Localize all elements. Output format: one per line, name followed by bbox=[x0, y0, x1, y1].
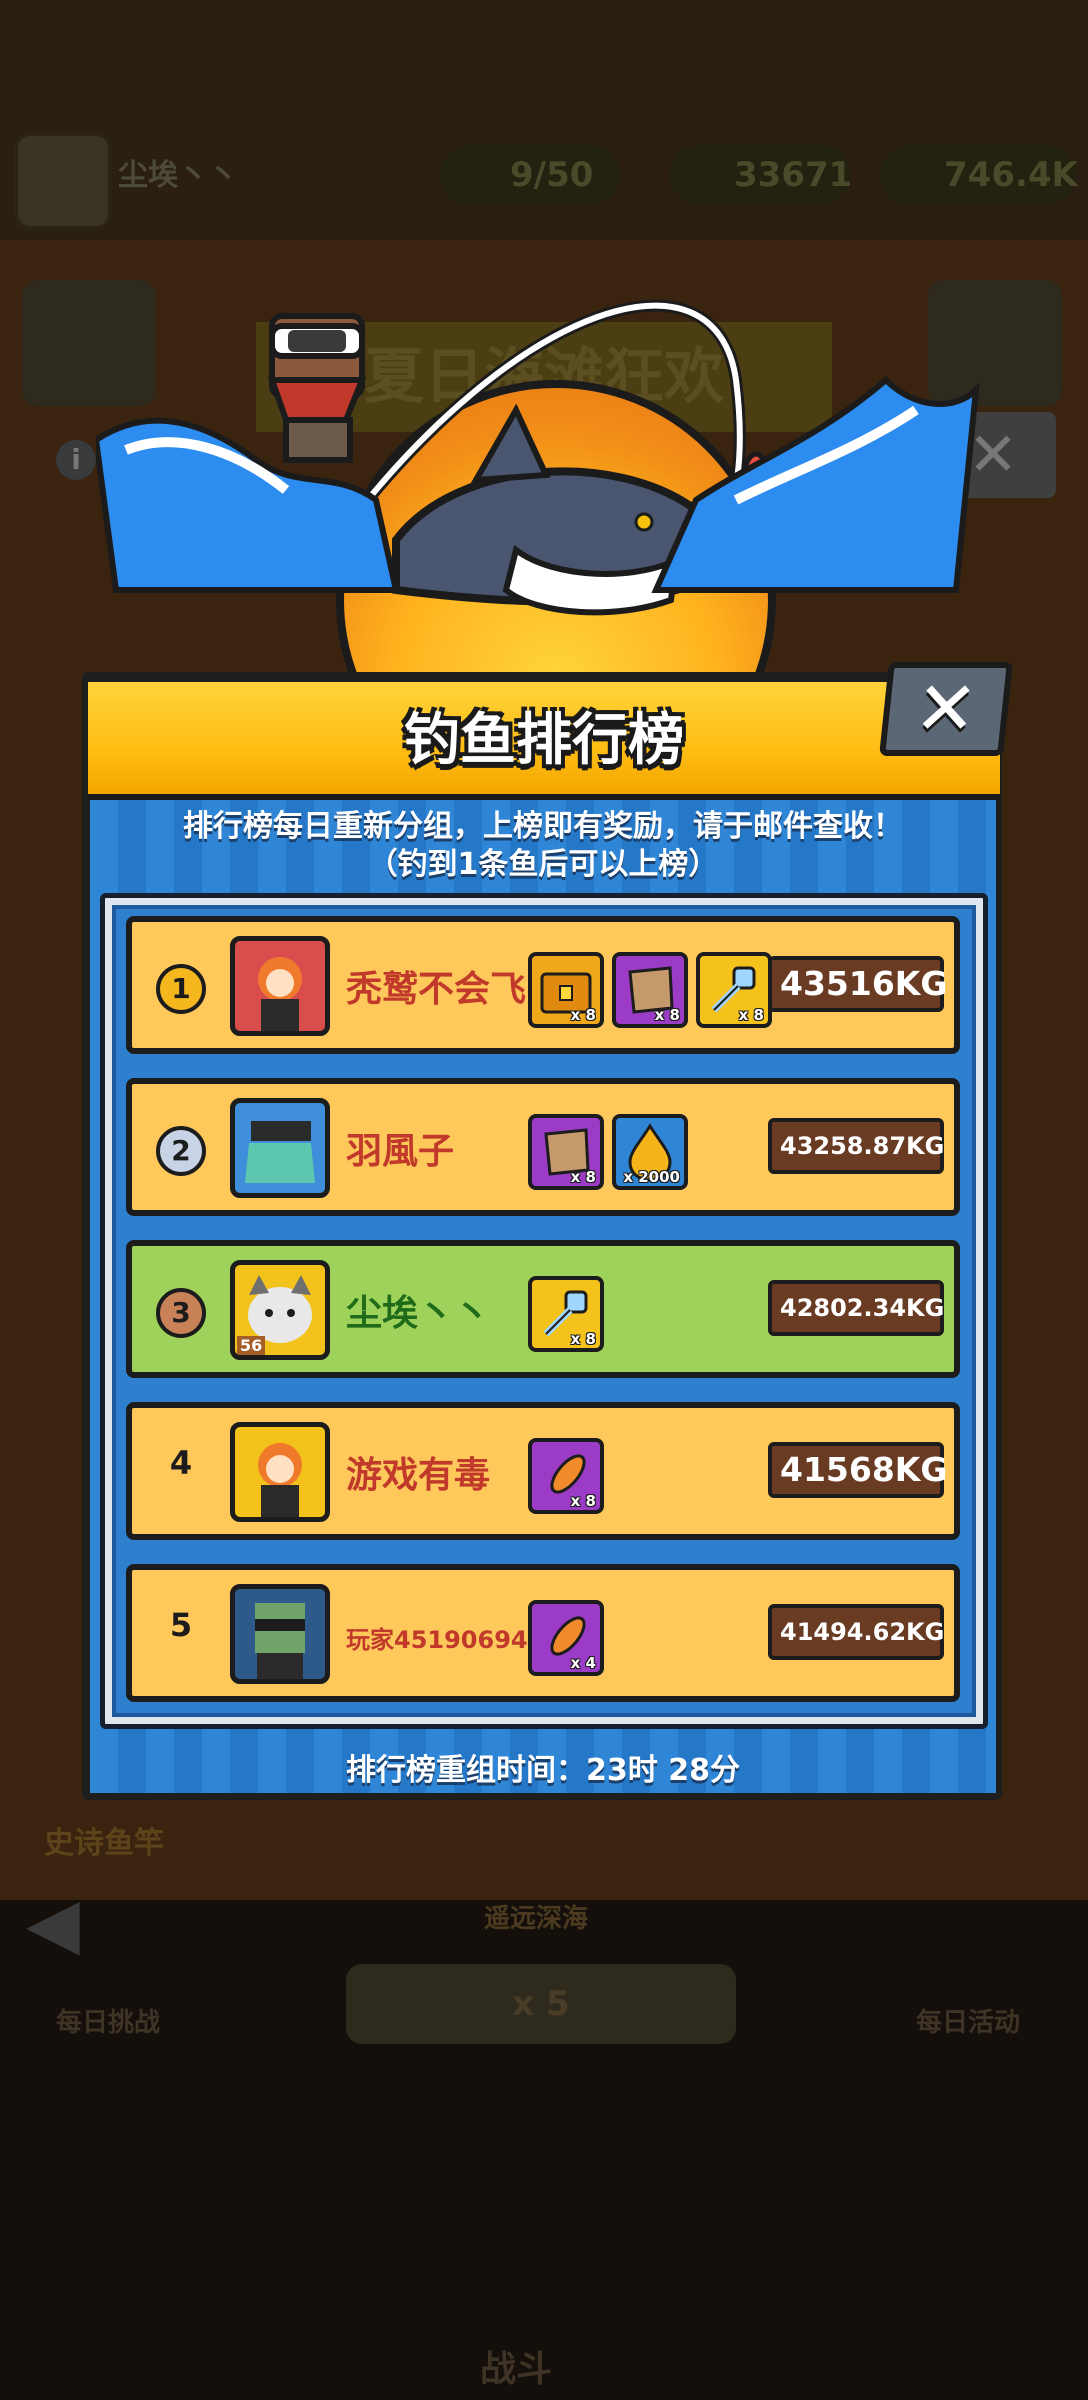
avatar[interactable]: 56 bbox=[230, 1260, 330, 1360]
player-name: 秃鹫不会飞 bbox=[346, 969, 527, 1010]
energy-counter: 9/50 bbox=[440, 145, 620, 205]
fishing-shark-illustration bbox=[96, 299, 980, 616]
rank-number: 5 bbox=[169, 1606, 193, 1644]
player-name: 尘埃丶丶 bbox=[346, 1293, 491, 1334]
key-icon[interactable]: x 8 bbox=[528, 1276, 604, 1352]
reward-count: x 2000 bbox=[623, 1168, 680, 1186]
reward-count: x 8 bbox=[654, 1006, 680, 1024]
daily-event-label[interactable]: 每日活动 bbox=[916, 2002, 1020, 2039]
leaderboard-row[interactable]: 4 游戏有毒 x 8 41568KG bbox=[126, 1402, 960, 1540]
rank-number: 4 bbox=[169, 1444, 193, 1482]
reset-timer: 排行榜重组时间：23时 28分 bbox=[346, 1753, 740, 1788]
info-icon[interactable]: i bbox=[56, 440, 96, 480]
reward-count: x 8 bbox=[570, 1492, 596, 1510]
reward-count: x 4 bbox=[570, 1654, 596, 1672]
rank-medal-gold: 1 bbox=[156, 964, 206, 1014]
map-fragment-icon[interactable]: x 8 bbox=[528, 1114, 604, 1190]
avatar[interactable] bbox=[230, 936, 330, 1036]
player-name: 羽風子 bbox=[346, 1131, 455, 1172]
avatar[interactable] bbox=[230, 1422, 330, 1522]
fishing-lure-icon[interactable]: x 4 bbox=[528, 1600, 604, 1676]
notice-line-1: 排行榜每日重新分组，上榜即有奖励，请于邮件查收！ bbox=[183, 809, 903, 844]
avatar[interactable] bbox=[230, 1584, 330, 1684]
close-icon[interactable]: ✕ bbox=[886, 666, 1007, 752]
leaderboard-notice: 排行榜每日重新分组，上榜即有奖励，请于邮件查收！ （钓到1条鱼后可以上榜） bbox=[90, 808, 996, 884]
location-label: 遥远深海 bbox=[484, 1904, 589, 1934]
map-fragment-icon[interactable]: x 8 bbox=[612, 952, 688, 1028]
player-avatar[interactable] bbox=[14, 132, 112, 230]
leaderboard-row[interactable]: 2 羽風子 x 8 x 2000 43258.87KG bbox=[126, 1078, 960, 1216]
treasure-chest-icon[interactable]: x 8 bbox=[528, 952, 604, 1028]
player-name: 尘埃丶丶 bbox=[118, 158, 238, 193]
gold-drop-icon[interactable]: x 2000 bbox=[612, 1114, 688, 1190]
player-name: 游戏有毒 bbox=[346, 1455, 491, 1496]
score-badge: 41494.62KG bbox=[768, 1604, 944, 1660]
reward-count: x 8 bbox=[570, 1006, 596, 1024]
score-badge: 43258.87KG bbox=[768, 1118, 944, 1174]
player-name: 玩家45190694 bbox=[346, 1626, 528, 1654]
reward-count: x 8 bbox=[570, 1330, 596, 1348]
key-icon[interactable]: x 8 bbox=[696, 952, 772, 1028]
score-badge: 43516KG bbox=[768, 956, 947, 1012]
multiplier-button[interactable]: x 5 bbox=[346, 1964, 736, 2044]
notice-line-2: （钓到1条鱼后可以上榜） bbox=[367, 847, 719, 882]
currency-2-counter: 746.4K bbox=[880, 145, 1078, 205]
score-badge: 41568KG bbox=[768, 1442, 947, 1498]
rod-label: 史诗鱼竿 bbox=[44, 1826, 164, 1861]
score-badge: 42802.34KG bbox=[768, 1280, 944, 1336]
battle-tab[interactable]: 战斗 bbox=[480, 2340, 552, 2392]
close-button[interactable]: ✕ bbox=[879, 662, 1013, 756]
energy-value: 9/50 bbox=[510, 155, 594, 195]
left-arrow-icon[interactable]: ◀ bbox=[26, 1882, 80, 1964]
multiplier-label: x 5 bbox=[512, 1984, 570, 2024]
leaderboard-title: 钓鱼排行榜 bbox=[404, 708, 684, 773]
player-level-badge: 56 bbox=[237, 1336, 266, 1355]
avatar[interactable] bbox=[230, 1098, 330, 1198]
currency-1-counter: 33671 bbox=[670, 145, 853, 205]
reward-count: x 8 bbox=[738, 1006, 764, 1024]
fishing-lure-icon[interactable]: x 8 bbox=[528, 1438, 604, 1514]
rank-medal-silver: 2 bbox=[156, 1126, 206, 1176]
leaderboard-row[interactable]: 1 秃鹫不会飞 x 8 x 8 x 8 43516KG bbox=[126, 916, 960, 1054]
reward-count: x 8 bbox=[570, 1168, 596, 1186]
leaderboard-row-self[interactable]: 3 56 尘埃丶丶 x 8 42802.34KG bbox=[126, 1240, 960, 1378]
currency-1-value: 33671 bbox=[734, 155, 853, 195]
leaderboard-row[interactable]: 5 玩家45190694 x 4 41494.62KG bbox=[126, 1564, 960, 1702]
currency-2-value: 746.4K bbox=[944, 155, 1078, 195]
daily-challenge-label[interactable]: 每日挑战 bbox=[56, 2002, 160, 2039]
rank-medal-bronze: 3 bbox=[156, 1288, 206, 1338]
